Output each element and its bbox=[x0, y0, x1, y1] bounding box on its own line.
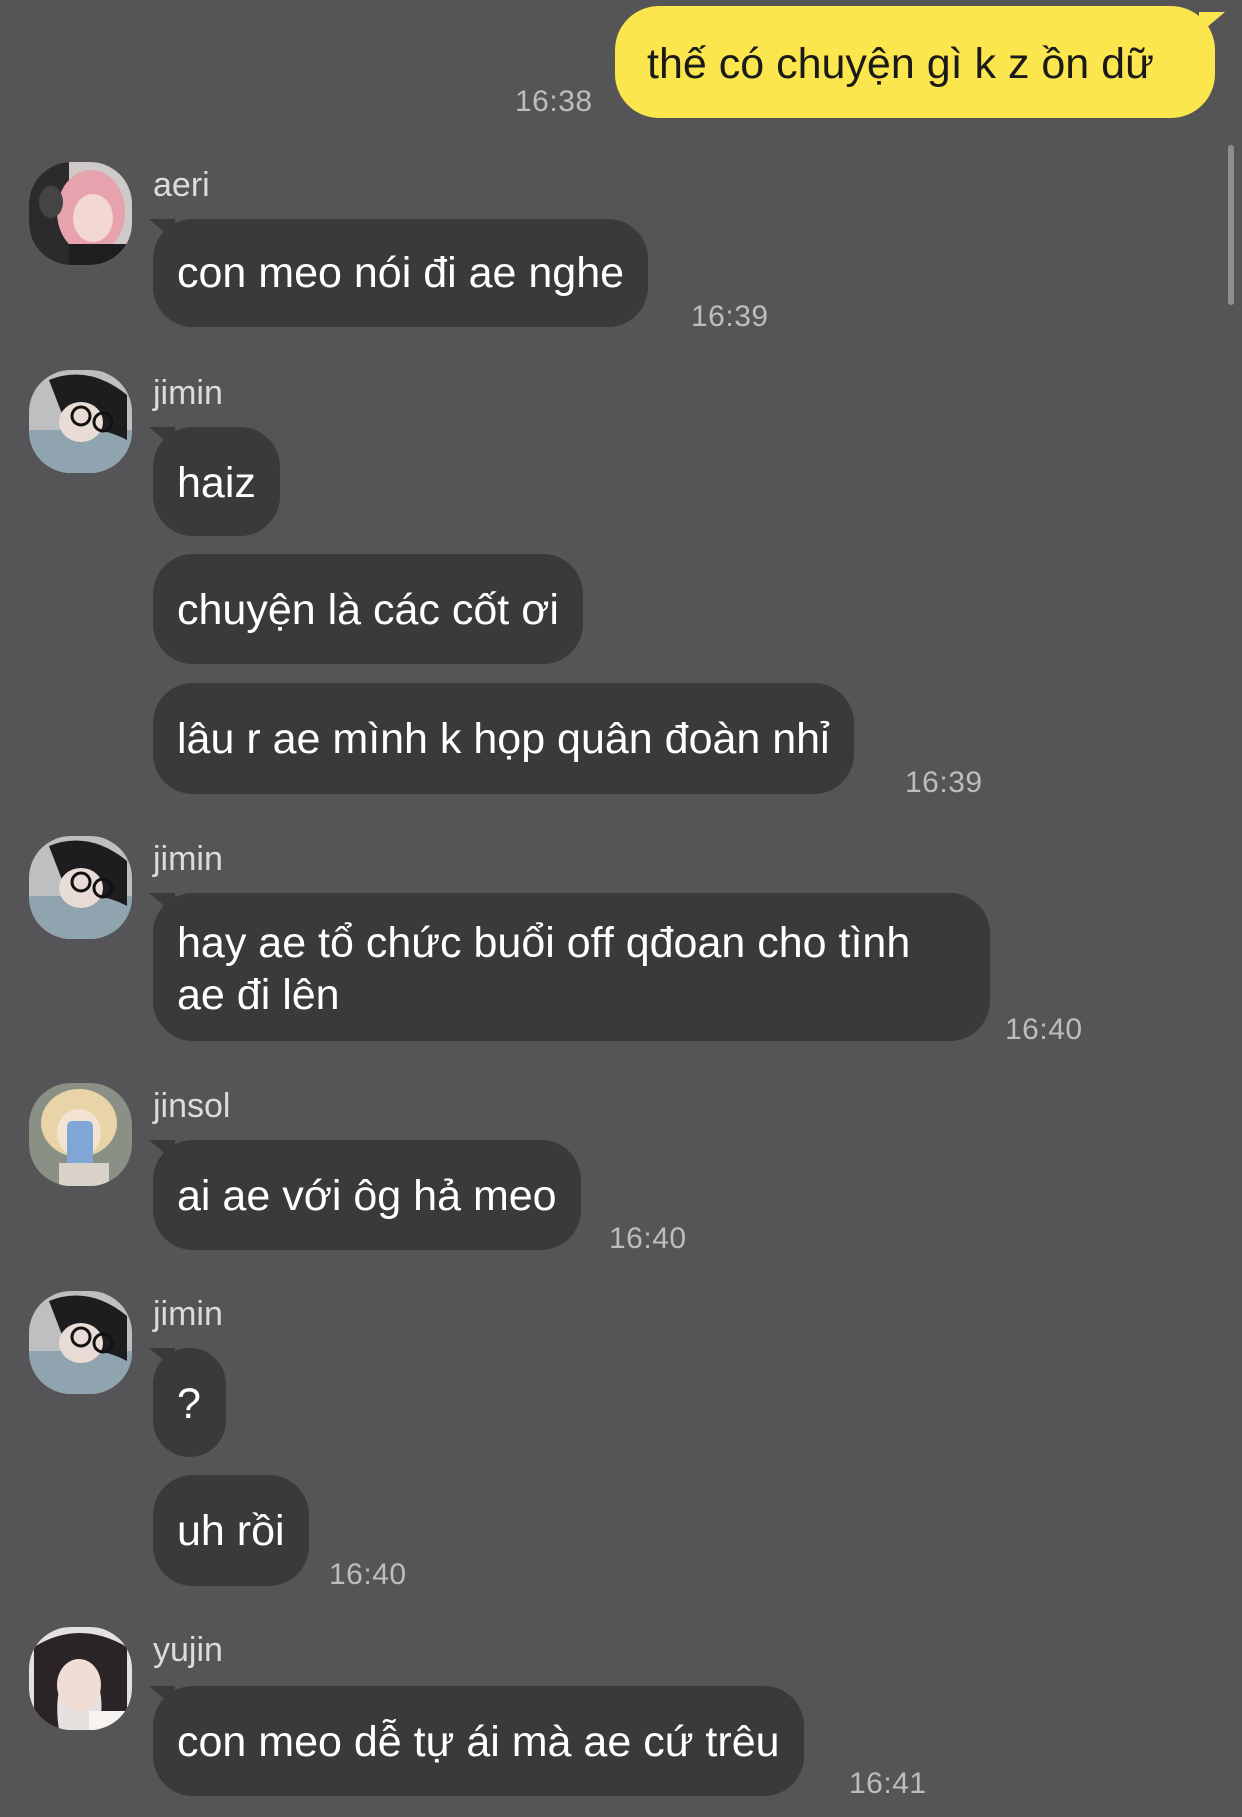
incoming-message-bubble[interactable]: hay ae tổ chức buổi off qđoan cho tình a… bbox=[149, 893, 990, 1041]
bubble-tail bbox=[149, 1686, 175, 1708]
scrollbar[interactable] bbox=[1228, 145, 1234, 305]
avatar-jimin[interactable] bbox=[29, 1291, 132, 1394]
avatar-jimin[interactable] bbox=[29, 836, 132, 939]
message-timestamp: 16:38 bbox=[515, 85, 593, 118]
bubble-tail bbox=[149, 1348, 175, 1370]
message-timestamp: 16:41 bbox=[849, 1767, 927, 1800]
message-text: uh rồi bbox=[177, 1507, 285, 1555]
avatar-yujin[interactable] bbox=[29, 1627, 132, 1730]
message-text: ? bbox=[177, 1380, 201, 1428]
incoming-message-bubble[interactable]: con meo dễ tự ái mà ae cứ trêu bbox=[149, 1686, 804, 1796]
incoming-message-bubble[interactable]: con meo nói đi ae nghe bbox=[149, 219, 649, 327]
bubble-tail bbox=[1199, 12, 1225, 34]
bubble-tail bbox=[149, 893, 175, 915]
incoming-message-bubble[interactable]: haiz bbox=[149, 427, 280, 536]
bubble-tail bbox=[149, 1140, 175, 1162]
pink-hair-person-icon bbox=[29, 162, 132, 265]
message-text: con meo dễ tự ái mà ae cứ trêu bbox=[177, 1718, 780, 1766]
message-timestamp: 16:39 bbox=[691, 300, 769, 333]
bubble-tail bbox=[149, 427, 175, 449]
incoming-message-bubble[interactable]: chuyện là các cốt ơi bbox=[153, 554, 583, 664]
message-text: con meo nói đi ae nghe bbox=[177, 249, 625, 297]
avatar-jimin[interactable] bbox=[29, 370, 132, 473]
glasses-person-icon bbox=[29, 1291, 132, 1394]
dark-hair-person-icon bbox=[29, 1627, 132, 1730]
message-timestamp: 16:40 bbox=[609, 1222, 687, 1255]
message-text: lâu r ae mình k họp quân đoàn nhỉ bbox=[177, 715, 830, 763]
incoming-message-bubble[interactable]: uh rồi bbox=[153, 1475, 309, 1586]
message-timestamp: 16:40 bbox=[329, 1558, 407, 1591]
outgoing-message-bubble[interactable]: thế có chuyện gì k z ồn dữ bbox=[615, 6, 1225, 118]
incoming-message-bubble[interactable]: ai ae với ôg hả meo bbox=[149, 1140, 581, 1250]
glasses-person-icon bbox=[29, 370, 132, 473]
avatar-aeri[interactable] bbox=[29, 162, 132, 265]
message-text: haiz bbox=[177, 459, 256, 507]
message-text: hay ae tổ chức buổi off qđoan cho tình a… bbox=[177, 919, 911, 1019]
message-text: ai ae với ôg hả meo bbox=[177, 1172, 557, 1220]
incoming-message-bubble[interactable]: lâu r ae mình k họp quân đoàn nhỉ bbox=[153, 683, 854, 794]
sender-name: jimin bbox=[153, 1295, 223, 1333]
selfie-phone-person-icon bbox=[29, 1083, 132, 1186]
incoming-message-bubble[interactable]: ? bbox=[149, 1348, 226, 1457]
avatar-jinsol[interactable] bbox=[29, 1083, 132, 1186]
glasses-person-icon bbox=[29, 836, 132, 939]
message-text: chuyện là các cốt ơi bbox=[177, 586, 559, 634]
sender-name: jimin bbox=[153, 840, 223, 878]
message-timestamp: 16:39 bbox=[905, 766, 983, 799]
bubble-tail bbox=[149, 219, 175, 241]
sender-name: jinsol bbox=[153, 1087, 231, 1125]
sender-name: jimin bbox=[153, 374, 223, 412]
sender-name: aeri bbox=[153, 166, 210, 204]
sender-name: yujin bbox=[153, 1631, 223, 1669]
message-text: thế có chuyện gì k z ồn dữ bbox=[647, 40, 1154, 88]
message-timestamp: 16:40 bbox=[1005, 1013, 1083, 1046]
